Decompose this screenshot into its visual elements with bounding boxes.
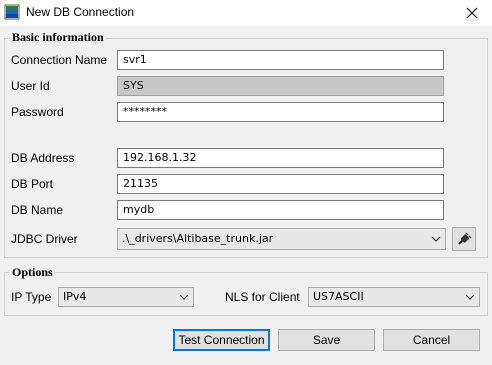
- connection-name-input[interactable]: svr1: [117, 50, 444, 70]
- nls-label: NLS for Client: [225, 290, 300, 304]
- user-id-input[interactable]: SYS: [117, 76, 444, 96]
- chevron-down-icon: [179, 294, 189, 300]
- database-icon: [4, 4, 20, 20]
- db-port-input[interactable]: 21135: [117, 174, 444, 194]
- db-name-input[interactable]: mydb: [117, 200, 444, 220]
- test-connection-button[interactable]: Test Connection: [173, 329, 270, 351]
- user-id-label: User Id: [11, 79, 50, 93]
- jdbc-driver-label: JDBC Driver: [11, 232, 78, 246]
- close-icon: [466, 7, 478, 19]
- chevron-down-icon: [431, 236, 441, 242]
- save-button[interactable]: Save: [278, 329, 375, 351]
- options-legend: Options: [10, 265, 55, 280]
- connection-name-label: Connection Name: [11, 53, 108, 67]
- db-name-label: DB Name: [11, 203, 64, 217]
- password-label: Password: [11, 105, 64, 119]
- password-input[interactable]: ********: [117, 102, 444, 122]
- db-address-label: DB Address: [11, 151, 75, 165]
- ip-type-select[interactable]: IPv4: [58, 287, 194, 307]
- window-title: New DB Connection: [26, 5, 135, 19]
- cancel-button[interactable]: Cancel: [383, 329, 480, 351]
- jdbc-driver-select[interactable]: .\_drivers\Altibase_trunk.jar: [117, 228, 446, 250]
- plug-icon: [458, 232, 472, 245]
- db-address-input[interactable]: 192.168.1.32: [117, 148, 444, 168]
- ip-type-label: IP Type: [11, 290, 52, 304]
- jdbc-driver-value: .\_drivers\Altibase_trunk.jar: [122, 232, 274, 245]
- ip-type-value: IPv4: [63, 290, 87, 303]
- close-button[interactable]: [452, 0, 492, 26]
- chevron-down-icon: [465, 294, 475, 300]
- db-port-label: DB Port: [11, 177, 54, 191]
- jdbc-driver-browse-button[interactable]: [452, 227, 476, 251]
- nls-select[interactable]: US7ASCII: [308, 287, 480, 307]
- basic-information-legend: Basic information: [10, 30, 106, 45]
- nls-value: US7ASCII: [313, 290, 364, 303]
- title-bar: New DB Connection: [0, 0, 492, 26]
